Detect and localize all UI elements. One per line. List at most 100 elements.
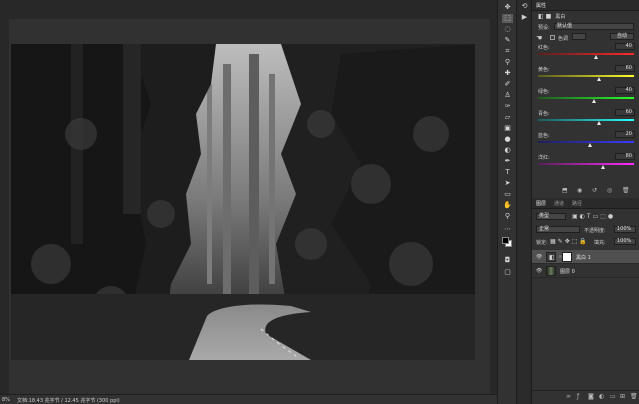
tint-color-swatch[interactable] [572,33,586,40]
canvas-area[interactable]: 8% 文档:18.43 兆字节 / 12.45 兆字节 (300 ppi) [0,0,497,404]
quick-select-tool-icon[interactable]: ✎ [502,36,513,45]
stamp-tool-icon[interactable]: ♙ [502,91,513,100]
eye-icon[interactable]: 👁 [536,254,542,260]
blend-mode-value: 正常 [539,226,550,232]
layer-row-bw-adjustment[interactable]: 👁 ◧ ∞ 黑白 1 [532,250,639,264]
preset-label: 预设: [538,25,550,31]
slider-value-field[interactable]: 60 [615,65,635,72]
slider-thumb[interactable] [601,165,606,169]
tint-checkbox[interactable] [550,35,555,40]
tab-layers[interactable]: 图层 [536,200,546,207]
layer-filter-dropdown[interactable]: 类型 [536,213,566,220]
targeted-adjust-icon[interactable]: ☚ [536,34,542,42]
eye-icon[interactable]: 👁 [536,268,542,274]
tools-panel: ✥ ⬚ ◌ ✎ ⌗ ⚲ ✚ ✐ ♙ ✑ ▱ ▣ ● ◐ ✒ T ➤ ▭ ✋ ⚲ … [497,0,517,404]
eyedropper-tool-icon[interactable]: ⚲ [502,58,513,67]
add-mask-icon[interactable]: ◙ [588,393,594,400]
dodge-tool-icon[interactable]: ◐ [502,146,513,155]
slider-label: 洋红: [538,155,550,161]
auto-button-label: 自动 [616,33,627,39]
tab-properties[interactable]: 属性 [536,2,546,9]
opacity-value: 100% [617,226,632,232]
layer-name[interactable]: 黑白 1 [576,254,591,261]
panel-dock: ⟲ ▶ [517,0,532,404]
slider-value-field[interactable]: 80 [615,153,635,160]
slider-thumb[interactable] [593,55,598,59]
gradient-tool-icon[interactable]: ▣ [502,124,513,133]
layer-mask-thumbnail[interactable] [562,252,572,262]
layers-footer: ∞ ƒ ◙ ◐ ▭ ⊞ 🗑 [532,390,639,402]
quick-mask-icon[interactable]: ◘ [502,256,513,265]
link-layers-icon[interactable]: ∞ [566,393,571,400]
history-panel-icon[interactable]: ⟲ [520,2,529,10]
slider-thumb[interactable] [587,143,592,147]
properties-type-icons: ◧ ■ 黑白 [538,13,565,20]
forest-road-photo[interactable] [11,44,475,360]
slider-thumb[interactable] [597,121,602,125]
mask-icon[interactable]: ■ [546,13,552,20]
reset-icon[interactable]: ↺ [592,187,597,194]
preset-dropdown[interactable]: 默认值 [554,23,634,30]
visibility-toggle-icon[interactable]: ◎ [607,187,612,194]
tab-paths[interactable]: 路径 [572,200,582,207]
new-adjustment-icon[interactable]: ◐ [599,393,604,400]
move-tool-icon[interactable]: ✥ [502,3,513,12]
layer-type-label: 黑白 [555,14,566,20]
path-select-tool-icon[interactable]: ➤ [502,179,513,188]
slider-label: 绿色: [538,89,550,95]
filter-icons[interactable]: ▣◐T▭⬚● [572,213,615,220]
healing-tool-icon[interactable]: ✚ [502,69,513,78]
actions-panel-icon[interactable]: ▶ [520,13,529,21]
layer-row-image[interactable]: 👁 图层 0 [532,264,639,278]
slider-thumb[interactable] [597,77,602,81]
opacity-label: 不透明度: [584,228,606,234]
crop-tool-icon[interactable]: ⌗ [502,47,513,56]
blur-tool-icon[interactable]: ● [502,135,513,144]
zoom-tool-icon[interactable]: ⚲ [502,212,513,221]
opacity-field[interactable]: 100% [614,226,636,233]
slider-label: 青色: [538,111,550,117]
fill-value: 100% [617,238,632,244]
slider-track[interactable] [538,141,634,143]
marquee-tool-icon[interactable]: ⬚ [502,14,513,23]
history-brush-tool-icon[interactable]: ✑ [502,102,513,111]
tab-channels[interactable]: 通道 [554,200,564,207]
slider-track[interactable] [538,163,634,165]
slider-label: 蓝色: [538,133,550,139]
delete-layer-icon[interactable]: 🗑 [630,393,638,400]
lasso-tool-icon[interactable]: ◌ [502,25,513,34]
slider-thumb[interactable] [591,99,596,103]
slider-track[interactable] [538,53,634,55]
screen-mode-icon[interactable]: ▢ [502,268,513,277]
slider-track[interactable] [538,75,634,77]
brush-tool-icon[interactable]: ✐ [502,80,513,89]
layer-style-icon[interactable]: ƒ [577,393,579,400]
blend-mode-dropdown[interactable]: 正常 [536,226,580,233]
eraser-tool-icon[interactable]: ▱ [502,113,513,122]
more-tools-icon[interactable]: ⋯ [502,225,513,234]
slider-value-field[interactable]: 40 [615,43,635,50]
foreground-color-swatch[interactable] [502,237,509,244]
delete-adjustment-icon[interactable]: 🗑 [622,187,630,194]
new-layer-icon[interactable]: ⊞ [620,393,625,400]
clip-to-layer-icon[interactable]: ⬒ [562,187,568,194]
layer-name[interactable]: 图层 0 [560,268,575,275]
hand-tool-icon[interactable]: ✋ [502,201,513,210]
slider-value-field[interactable]: 20 [615,131,635,138]
view-previous-icon[interactable]: ◉ [577,187,582,194]
adjustment-icon[interactable]: ◧ [538,13,544,20]
new-group-icon[interactable]: ▭ [610,393,616,400]
fill-field[interactable]: 100% [614,238,636,245]
document-info[interactable]: 文档:18.43 兆字节 / 12.45 兆字节 (300 ppi) [17,397,120,404]
pen-tool-icon[interactable]: ✒ [502,157,513,166]
rectangle-tool-icon[interactable]: ▭ [502,190,513,199]
type-tool-icon[interactable]: T [502,168,513,177]
slider-value-field[interactable]: 40 [615,87,635,94]
auto-button[interactable]: 自动 [610,33,634,40]
slider-track[interactable] [538,97,634,99]
zoom-level[interactable]: 8% [2,397,10,403]
lock-icons[interactable]: ▦✎✥⬚🔒 [550,238,589,245]
slider-track[interactable] [538,119,634,121]
tint-label: 色调 [558,36,569,42]
slider-value-field[interactable]: 60 [615,109,635,116]
